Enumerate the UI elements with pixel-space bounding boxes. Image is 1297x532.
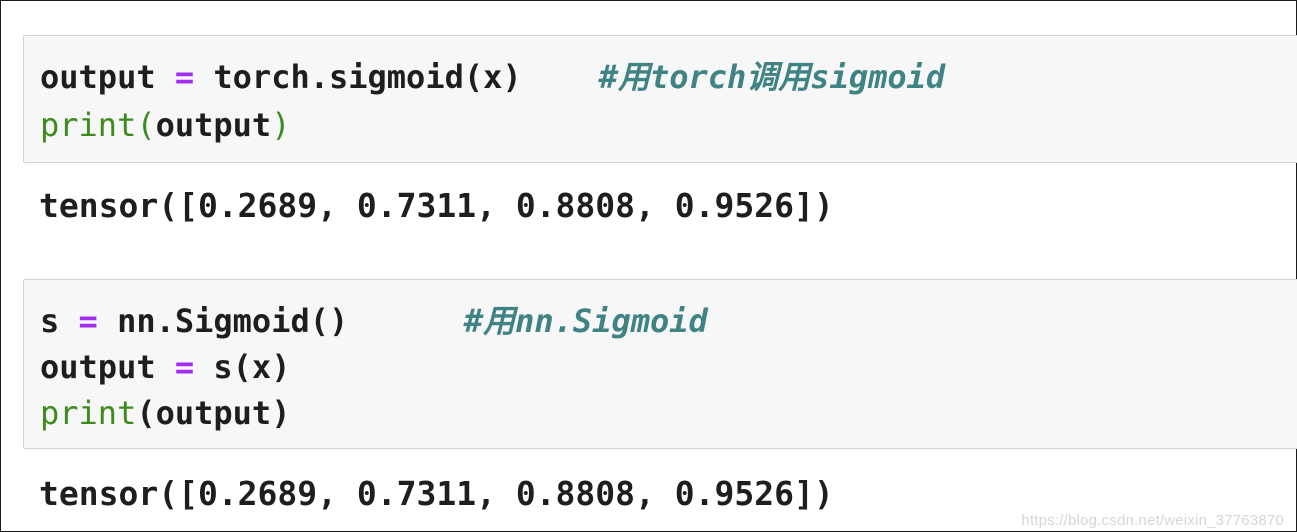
watermark-text: https://blog.csdn.net/weixin_37763870	[1021, 512, 1284, 529]
code-token-operator: =	[174, 348, 195, 386]
code-line: print(output)	[40, 102, 290, 148]
cell-output-2: tensor([0.2689, 0.7311, 0.8808, 0.9526])	[39, 474, 834, 513]
code-line: output = torch.sigmoid(x) #用torch调用sigmo…	[40, 54, 945, 100]
code-token-arg: output	[155, 106, 272, 144]
code-token-operator: =	[78, 302, 98, 340]
code-cell-1[interactable]: output = torch.sigmoid(x) #用torch调用sigmo…	[23, 35, 1297, 163]
code-token-var: output	[40, 348, 156, 386]
code-token-paren: (	[136, 106, 156, 144]
code-token-expr: nn.Sigmoid()	[117, 302, 349, 340]
cell-output-1: tensor([0.2689, 0.7311, 0.8808, 0.9526])	[39, 186, 834, 225]
code-line: s = nn.Sigmoid() #用nn.Sigmoid	[40, 298, 708, 344]
code-comment: #用torch调用sigmoid	[598, 58, 946, 96]
notebook-frame: output = torch.sigmoid(x) #用torch调用sigmo…	[0, 0, 1297, 532]
code-cell-2[interactable]: s = nn.Sigmoid() #用nn.Sigmoid output = s…	[23, 279, 1297, 449]
code-token-builtin: print	[40, 394, 137, 432]
code-line: print(output)	[40, 390, 290, 436]
code-token-builtin: print	[40, 106, 137, 144]
code-token-expr: s(x)	[213, 348, 291, 386]
code-token-paren: )	[271, 106, 291, 144]
code-token-expr: torch.sigmoid(x)	[213, 58, 522, 96]
code-token-operator: =	[174, 58, 195, 96]
code-token-var: output	[40, 58, 156, 96]
code-line: output = s(x)	[40, 344, 290, 390]
code-token-var: s	[40, 302, 60, 340]
code-token-arg: (output)	[136, 394, 291, 432]
code-comment: #用nn.Sigmoid	[463, 302, 708, 340]
